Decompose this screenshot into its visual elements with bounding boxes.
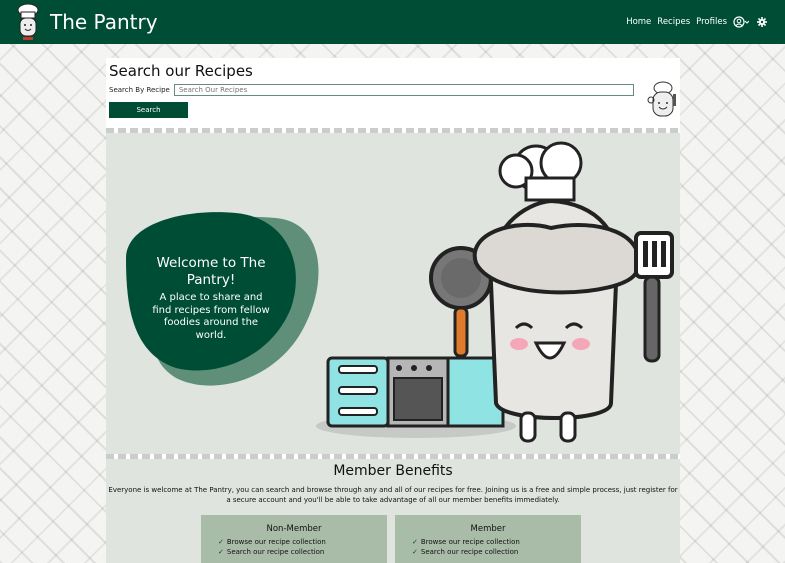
list-item: ✓ Search our recipe collection xyxy=(412,548,519,556)
check-icon: ✓ xyxy=(412,548,418,556)
chef-logo-icon xyxy=(17,3,39,40)
brand[interactable]: The Pantry xyxy=(14,2,158,42)
gear-icon[interactable] xyxy=(755,16,769,28)
card-title: Non-Member xyxy=(266,524,322,534)
search-row: Search By Recipe xyxy=(109,84,677,96)
benefit-list: ✓ Browse our recipe collection ✓ Search ou… xyxy=(412,537,581,557)
search-button[interactable]: Search xyxy=(109,102,188,118)
benefits-description: Everyone is welcome at The Pantry, you c… xyxy=(108,486,678,504)
search-section: Search our Recipes Search By Recipe Sear… xyxy=(106,58,680,128)
brand-name: The Pantry xyxy=(50,10,158,34)
check-icon: ✓ xyxy=(218,548,224,556)
main-content: Search our Recipes Search By Recipe Sear… xyxy=(106,58,680,563)
list-item: ✓ Browse our recipe collection xyxy=(218,538,326,546)
benefit-list: ✓ Browse our recipe collection ✓ Search ou… xyxy=(218,537,387,557)
benefit-cards: Non-Member ✓ Browse our recipe collection… xyxy=(201,515,585,563)
non-member-card: Non-Member ✓ Browse our recipe collection… xyxy=(201,515,387,563)
navbar: The Pantry Home Recipes Profiles xyxy=(0,0,785,44)
nav-link-home[interactable]: Home xyxy=(626,17,651,27)
chef-cooking-illustration xyxy=(316,141,674,443)
list-item: ✓ Browse our recipe collection xyxy=(412,538,520,546)
member-benefits-section: Member Benefits Everyone is welcome at T… xyxy=(106,459,680,563)
benefits-title: Member Benefits xyxy=(333,463,453,479)
search-label: Search By Recipe xyxy=(109,86,170,94)
user-circle-icon[interactable] xyxy=(733,16,749,28)
check-icon: ✓ xyxy=(218,538,224,546)
list-item: ✓ Search our recipe collection xyxy=(218,548,325,556)
check-icon: ✓ xyxy=(412,538,418,546)
chef-mascot-icon xyxy=(647,81,676,117)
member-card: Member ✓ Browse our recipe collection ✓ Se… xyxy=(395,515,581,563)
card-title: Member xyxy=(470,524,506,534)
nav-links: Home Recipes Profiles xyxy=(626,16,769,28)
search-input[interactable] xyxy=(173,84,634,96)
hero-banner: Welcome to The Pantry! A place to share … xyxy=(106,133,680,454)
nav-link-profiles[interactable]: Profiles xyxy=(696,17,727,27)
search-title: Search our Recipes xyxy=(109,62,253,80)
nav-link-recipes[interactable]: Recipes xyxy=(657,17,690,27)
